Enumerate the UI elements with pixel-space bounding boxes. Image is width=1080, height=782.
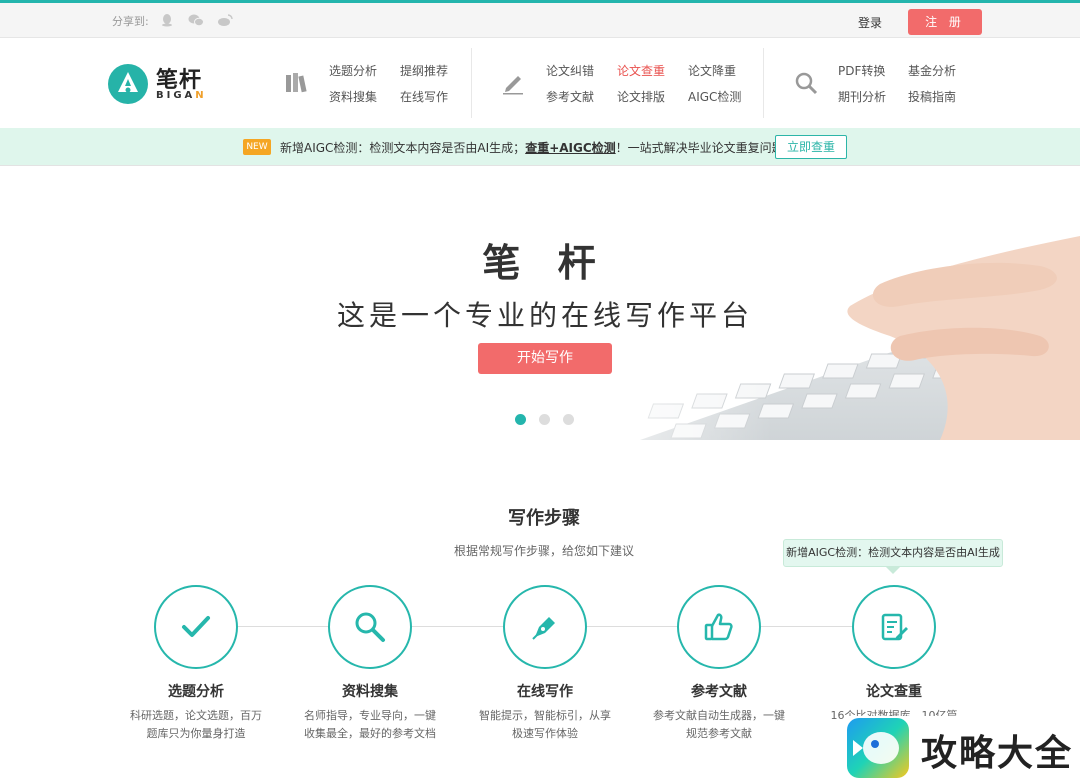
check-icon xyxy=(182,616,210,637)
step-name: 参考文献 xyxy=(691,684,747,700)
nav-link-references[interactable]: 参考文献 xyxy=(546,88,594,105)
nav-link-correction[interactable]: 论文纠错 xyxy=(546,62,594,79)
step-description: 名师指导，专业导向，一键 收集最全，最好的参考文档 xyxy=(304,709,436,740)
hero-subtitle: 这是一个专业的在线写作平台 xyxy=(336,299,753,332)
magnifier-icon xyxy=(355,612,385,642)
carousel-dot-1[interactable] xyxy=(515,414,526,425)
notice-highlight-link[interactable]: 查重+AIGC检测 xyxy=(525,141,615,155)
main-header: 笔杆 BIGAN 选题分析 提纲推荐 资料搜集 在线写作 论文纠错 论文查重 论… xyxy=(0,38,1080,128)
nav-link-aigc-detect[interactable]: AIGC检测 xyxy=(688,88,741,105)
hero-banner: 笔 杆 这是一个专业的在线写作平台 开始写作 xyxy=(0,166,1080,440)
step-circle[interactable] xyxy=(677,585,761,669)
watermark-text: 攻略大全 xyxy=(921,733,1074,774)
weibo-icon[interactable] xyxy=(217,13,233,27)
pen-icon xyxy=(500,70,526,96)
logo-mark-icon xyxy=(108,64,148,104)
nav-link-submission-guide[interactable]: 投稿指南 xyxy=(908,88,956,105)
login-link[interactable]: 登录 xyxy=(858,14,882,31)
qq-icon[interactable] xyxy=(160,13,174,27)
steps-title: 写作步骤 xyxy=(508,508,580,529)
step-circle[interactable] xyxy=(154,585,238,669)
step-description: 智能提示，智能标引，从享 极速写作体验 xyxy=(479,709,611,740)
notice-text: 新增AIGC检测：检测文本内容是否由AI生成；查重+AIGC检测！一站式解决毕业… xyxy=(280,141,796,155)
watermark-fish-logo-icon xyxy=(847,718,909,778)
step-name: 资料搜集 xyxy=(342,684,398,700)
nav-divider xyxy=(471,48,472,118)
step-name: 在线写作 xyxy=(517,684,573,700)
step-materials: 资料搜集 名师指导，专业导向，一键 收集最全，最好的参考文档 xyxy=(285,585,455,755)
step-description: 参考文献自动生成器，一键 规范参考文献 xyxy=(653,709,785,740)
top-bar: 分享到: 登录 注 册 xyxy=(0,0,1080,38)
nav-link-topic-analysis[interactable]: 选题分析 xyxy=(329,62,377,79)
nav-link-typesetting[interactable]: 论文排版 xyxy=(617,88,665,105)
carousel-dot-2[interactable] xyxy=(539,414,550,425)
step-topic-analysis: 选题分析 科研选题，论文选题，百万 题库只为你量身打造 xyxy=(111,585,281,755)
step-circle[interactable] xyxy=(503,585,587,669)
step-circle[interactable] xyxy=(852,585,936,669)
step-online-writing: 在线写作 智能提示，智能标引，从享 极速写作体验 xyxy=(460,585,630,755)
nav-link-outline[interactable]: 提纲推荐 xyxy=(400,62,448,79)
nav-link-plagiarism-check[interactable]: 论文查重 xyxy=(617,62,665,79)
start-writing-button[interactable]: 开始写作 xyxy=(478,343,612,374)
nav-link-journal-analysis[interactable]: 期刊分析 xyxy=(838,88,886,105)
check-now-button[interactable]: 立即查重 xyxy=(775,135,847,159)
site-logo[interactable]: 笔杆 BIGAN xyxy=(108,62,218,106)
search-icon xyxy=(793,70,819,96)
step-name: 选题分析 xyxy=(168,684,224,700)
hero-title: 笔 杆 xyxy=(482,241,608,285)
register-button[interactable]: 注 册 xyxy=(908,9,982,35)
clipboard-edit-icon xyxy=(881,613,908,641)
step-circle[interactable] xyxy=(328,585,412,669)
wechat-icon[interactable] xyxy=(188,13,204,27)
nav-link-online-writing[interactable]: 在线写作 xyxy=(400,88,448,105)
nav-link-materials[interactable]: 资料搜集 xyxy=(329,88,377,105)
watermark: 攻略大全 xyxy=(845,716,1080,780)
step-references: 参考文献 参考文献自动生成器，一键 规范参考文献 xyxy=(634,585,804,755)
aigc-tooltip: 新增AIGC检测：检测文本内容是否由AI生成 xyxy=(783,539,1003,574)
nav-divider xyxy=(763,48,764,118)
step-name: 论文查重 xyxy=(866,684,922,700)
share-label: 分享到: xyxy=(112,15,149,28)
new-badge: NEW xyxy=(243,139,271,155)
nav-link-fund-analysis[interactable]: 基金分析 xyxy=(908,62,956,79)
notice-bar: NEW 新增AIGC检测：检测文本内容是否由AI生成；查重+AIGC检测！一站式… xyxy=(0,128,1080,166)
nav-link-reduce-duplication[interactable]: 论文降重 xyxy=(688,62,736,79)
fountain-pen-icon xyxy=(532,617,555,640)
thumbs-up-icon xyxy=(704,613,733,641)
carousel-dot-3[interactable] xyxy=(563,414,574,425)
step-description: 科研选题，论文选题，百万 题库只为你量身打造 xyxy=(130,709,262,740)
nav-link-pdf-convert[interactable]: PDF转换 xyxy=(838,62,885,79)
logo-subtitle: BIGAN xyxy=(156,90,207,101)
books-icon xyxy=(284,70,310,96)
